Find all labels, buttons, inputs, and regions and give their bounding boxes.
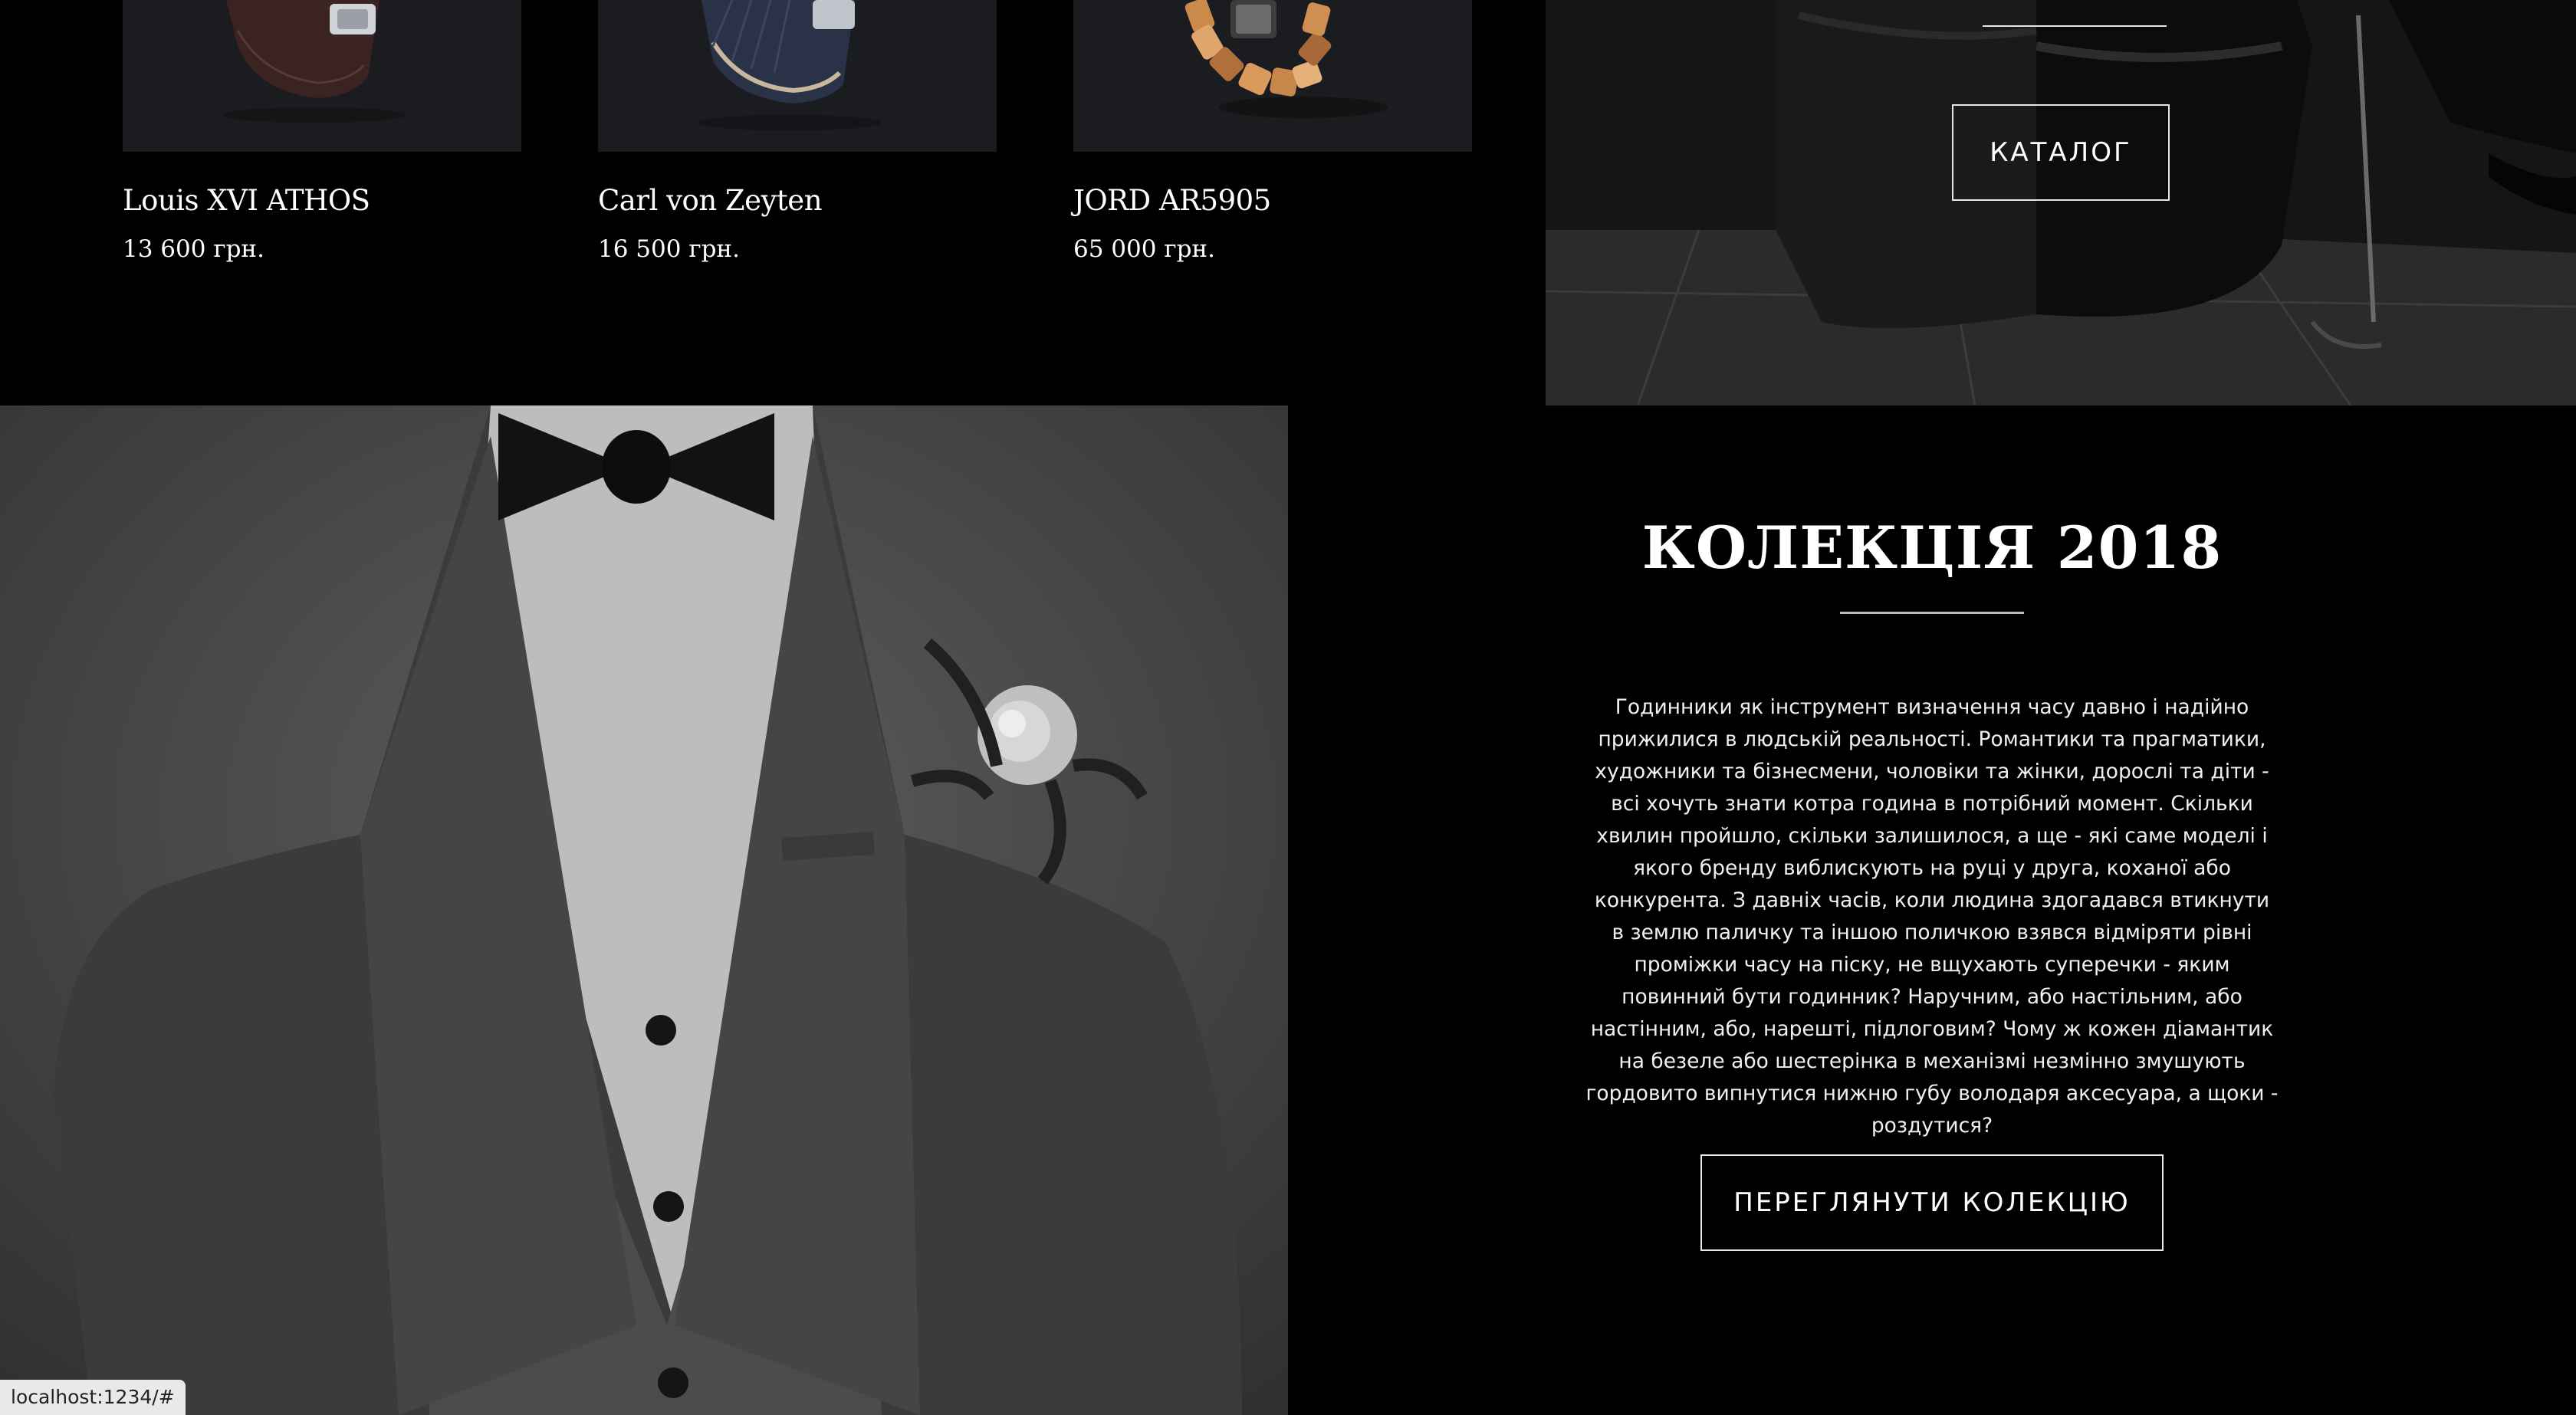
watch-blue-leather-icon <box>698 0 882 130</box>
collection-divider <box>1840 612 2024 614</box>
collection-title: КОЛЕКЦІЯ 2018 <box>1641 514 2223 582</box>
product-name[interactable]: JORD AR5905 <box>1073 184 1271 217</box>
product-name[interactable]: Carl von Zeyten <box>598 184 823 217</box>
groom-suit-image-icon <box>0 405 1288 1415</box>
product-price: 65 000 грн. <box>1073 235 1215 263</box>
product-image[interactable] <box>1073 0 1472 152</box>
product-price: 13 600 грн. <box>123 235 264 263</box>
collection-description: Годинники як інструмент визначення часу … <box>1585 695 2279 1138</box>
armchair-photo-icon <box>1546 0 2576 405</box>
product-image[interactable] <box>598 0 997 152</box>
catalog-button[interactable]: КАТАЛОГ <box>1952 104 2170 201</box>
product-card[interactable]: Louis XVI ATHOS 13 600 грн. <box>123 0 521 263</box>
suit-photo <box>0 405 1288 1415</box>
product-price: 16 500 грн. <box>598 235 740 263</box>
catalog-hero-image: КАТАЛОГ <box>1546 0 2576 405</box>
status-bar-url: localhost:1234/# <box>0 1380 186 1415</box>
product-card[interactable]: Carl von Zeyten 16 500 грн. <box>598 0 997 263</box>
watch-brown-leather-icon <box>222 0 406 123</box>
product-image[interactable] <box>123 0 521 152</box>
product-card[interactable]: JORD AR5905 65 000 грн. <box>1073 0 1472 263</box>
view-collection-button[interactable]: ПЕРЕГЛЯНУТИ КОЛЕКЦІЮ <box>1700 1154 2164 1251</box>
watch-wood-bracelet-icon <box>1184 0 1388 118</box>
catalog-divider <box>1983 25 2167 27</box>
product-name[interactable]: Louis XVI ATHOS <box>123 184 370 217</box>
